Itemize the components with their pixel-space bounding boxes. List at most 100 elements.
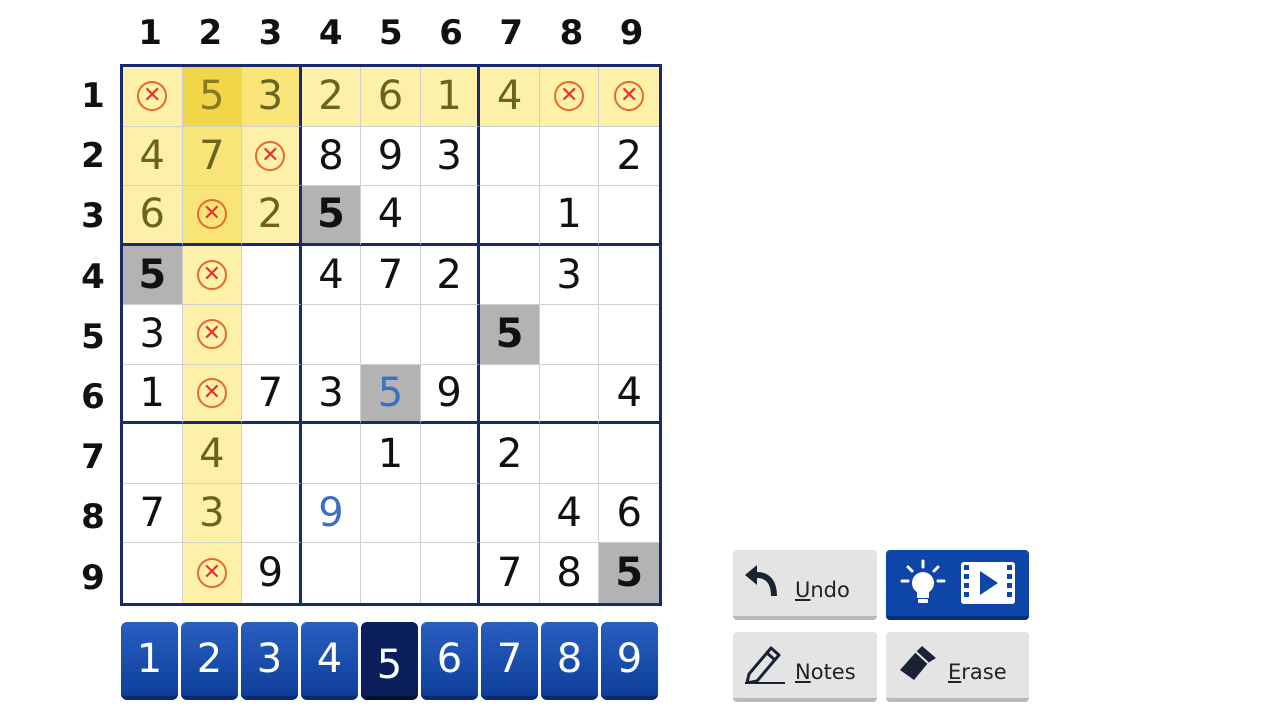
board-cell[interactable]: 1 (361, 424, 421, 484)
number-key-6[interactable]: 6 (421, 622, 478, 700)
board-cell[interactable]: ✕ (599, 67, 659, 127)
undo-label: Undo (795, 578, 850, 602)
cell-digit: 8 (318, 132, 344, 179)
board-cell[interactable]: 5 (480, 305, 540, 365)
board-cell[interactable]: 5 (599, 543, 659, 603)
board-cell[interactable] (361, 543, 421, 603)
hint-button[interactable] (886, 550, 1029, 620)
board-cell[interactable] (539, 424, 600, 484)
board-cell[interactable] (301, 305, 362, 365)
board-cell[interactable]: 3 (123, 305, 183, 365)
board-cell[interactable]: 5 (123, 245, 183, 306)
board-cell[interactable]: 7 (242, 364, 302, 425)
board-cell[interactable] (301, 424, 362, 484)
board-cell[interactable]: 5 (182, 67, 243, 127)
board-cell[interactable] (480, 186, 540, 246)
number-key-1[interactable]: 1 (121, 622, 178, 700)
number-key-4[interactable]: 4 (301, 622, 358, 700)
board-cell[interactable]: 5 (361, 364, 421, 425)
board-cell[interactable] (420, 424, 481, 484)
board-cell[interactable]: ✕ (182, 543, 243, 603)
number-key-5[interactable]: 5 (361, 622, 418, 700)
board-cell[interactable]: 6 (361, 67, 421, 127)
board-cell[interactable]: 4 (182, 424, 243, 484)
board-cell[interactable]: 5 (301, 186, 362, 246)
board-cell[interactable]: 3 (242, 67, 302, 127)
board-cell[interactable] (361, 483, 421, 544)
board-cell[interactable]: ✕ (539, 67, 600, 127)
board-cell[interactable]: 7 (182, 126, 243, 187)
board-cell[interactable] (480, 245, 540, 306)
board-cell[interactable]: 9 (420, 364, 481, 425)
board-cell[interactable] (599, 305, 659, 365)
number-key-8[interactable]: 8 (541, 622, 598, 700)
board-cell[interactable] (539, 364, 600, 425)
board-cell[interactable]: 4 (480, 67, 540, 127)
board-cell[interactable] (420, 186, 481, 246)
board-cell[interactable] (242, 424, 302, 484)
board-cell[interactable]: 9 (361, 126, 421, 187)
board-cell[interactable]: 3 (539, 245, 600, 306)
board-cell[interactable]: ✕ (182, 245, 243, 306)
board-cell[interactable]: ✕ (182, 186, 243, 246)
board-cell[interactable] (599, 186, 659, 246)
board-cell[interactable]: 4 (539, 483, 600, 544)
board-cell[interactable] (361, 305, 421, 365)
number-key-9[interactable]: 9 (601, 622, 658, 700)
cell-digit: 6 (616, 490, 642, 537)
board-cell[interactable]: 7 (123, 483, 183, 544)
board-cell[interactable]: 8 (301, 126, 362, 187)
notes-button[interactable]: Notes (733, 632, 877, 702)
board-cell[interactable] (599, 246, 659, 306)
board-cell[interactable]: 3 (182, 483, 243, 544)
board-cell[interactable]: ✕ (182, 364, 243, 425)
board-cell[interactable] (480, 483, 540, 544)
board-cell[interactable]: 1 (539, 186, 600, 246)
board-cell[interactable]: 2 (420, 245, 481, 306)
board-cell[interactable]: 2 (480, 424, 540, 484)
board-cell[interactable] (302, 543, 362, 603)
board-cell[interactable]: 7 (480, 543, 540, 603)
board-cell[interactable]: 6 (599, 484, 659, 544)
board-cell[interactable]: ✕ (182, 305, 243, 365)
board-cell[interactable]: 2 (599, 127, 659, 187)
board-cell[interactable] (420, 305, 481, 365)
board-cell[interactable] (480, 364, 540, 425)
board-cell[interactable]: 2 (301, 67, 362, 127)
board-cell[interactable]: 4 (301, 245, 362, 306)
number-key-7[interactable]: 7 (481, 622, 538, 700)
board-cell[interactable]: 3 (420, 126, 481, 187)
board-cell[interactable]: 1 (420, 67, 481, 127)
board-cell[interactable]: 6 (123, 186, 183, 246)
board-cell[interactable]: 8 (540, 543, 600, 603)
board-cell[interactable] (242, 483, 302, 544)
board-cell[interactable]: 4 (599, 365, 659, 425)
board-cell[interactable] (420, 483, 481, 544)
board-cell[interactable] (539, 126, 600, 187)
number-key-2[interactable]: 2 (181, 622, 238, 700)
number-key-3[interactable]: 3 (241, 622, 298, 700)
board-cell[interactable]: ✕ (123, 67, 183, 127)
board-cell[interactable]: 2 (242, 186, 302, 246)
board-cell[interactable]: 4 (361, 186, 421, 246)
board-cell[interactable] (480, 126, 540, 187)
board-cell[interactable]: 1 (123, 364, 183, 425)
board-cell[interactable] (123, 543, 183, 603)
board-cell[interactable] (421, 543, 481, 603)
board-cell[interactable]: 9 (242, 543, 302, 603)
board-cell[interactable] (242, 245, 302, 306)
board-cell[interactable]: 7 (361, 245, 421, 306)
board-cell[interactable]: 4 (123, 126, 183, 187)
row-label: 6 (81, 377, 105, 418)
board-cell[interactable] (123, 424, 183, 484)
board-cell[interactable] (599, 424, 659, 484)
board-cell[interactable] (242, 305, 302, 365)
erase-button[interactable]: Erase (886, 632, 1029, 702)
board-cell[interactable]: 3 (301, 364, 362, 425)
board-cell[interactable] (539, 305, 600, 365)
row-label: 1 (81, 76, 105, 117)
undo-button[interactable]: Undo (733, 550, 877, 620)
board-cell[interactable]: ✕ (242, 126, 302, 187)
cell-digit: 8 (556, 550, 582, 597)
board-cell[interactable]: 9 (301, 483, 362, 544)
